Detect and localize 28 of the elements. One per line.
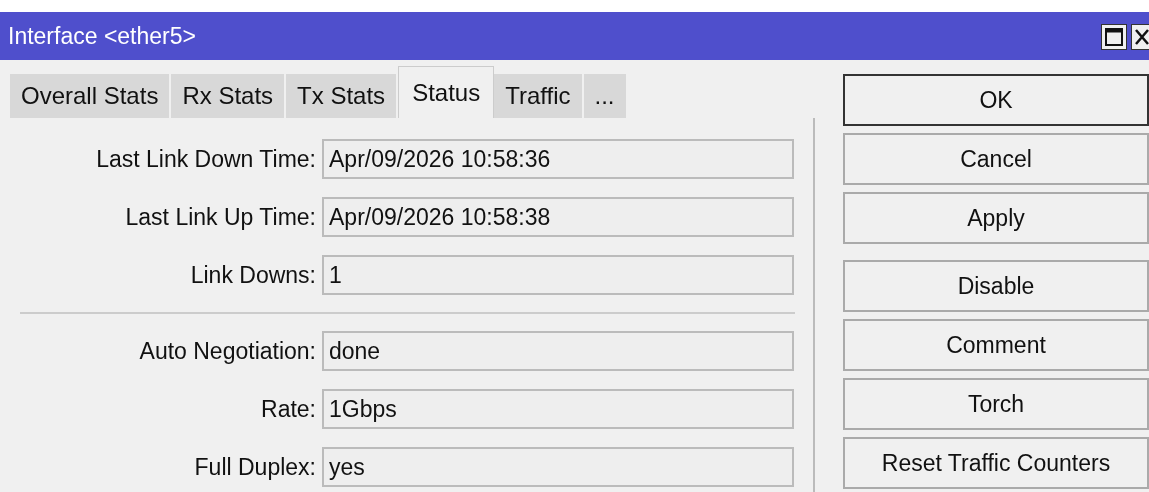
dialog-button[interactable]: OK [843, 74, 1149, 126]
dialog-button[interactable]: Disable [843, 260, 1149, 312]
field-label: Rate: [260, 395, 317, 423]
tab[interactable]: Traffic [494, 74, 584, 118]
tab[interactable]: Status [398, 66, 495, 118]
dialog-button[interactable]: Reset Traffic Counters [843, 437, 1149, 489]
dialog-button[interactable]: Apply [843, 192, 1149, 244]
maximize-icon[interactable] [1101, 24, 1127, 50]
readonly-field[interactable]: done [322, 331, 794, 371]
tab[interactable]: Tx Stats [286, 74, 399, 118]
field-label: Full Duplex: [193, 453, 317, 481]
field-label: Last Link Up Time: [124, 203, 317, 231]
field-label: Auto Negotiation: [138, 337, 317, 365]
field-label: Last Link Down Time: [95, 145, 317, 173]
field-label: Link Downs: [189, 261, 317, 289]
tab[interactable]: Overall Stats [10, 74, 172, 118]
tab[interactable]: ... [583, 74, 628, 118]
dialog-button[interactable]: Comment [843, 319, 1149, 371]
readonly-field[interactable]: Apr/09/2026 10:58:36 [322, 139, 794, 179]
readonly-field[interactable]: Apr/09/2026 10:58:38 [322, 197, 794, 237]
readonly-field[interactable]: yes [322, 447, 794, 487]
readonly-field[interactable]: 1 [322, 255, 794, 295]
readonly-field[interactable]: 1Gbps [322, 389, 794, 429]
window-title: Interface <ether5> [8, 22, 196, 50]
close-icon[interactable] [1131, 24, 1149, 50]
dialog-button[interactable]: Torch [843, 378, 1149, 430]
dialog-button[interactable]: Cancel [843, 133, 1149, 185]
tab[interactable]: Rx Stats [171, 74, 287, 118]
